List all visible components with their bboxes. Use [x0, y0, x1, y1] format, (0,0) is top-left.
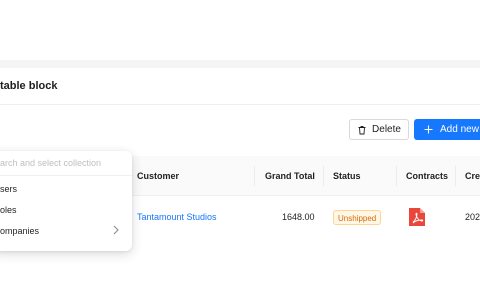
grand-total-value: 1648.00	[282, 212, 315, 222]
add-new-button[interactable]: Add new	[414, 119, 480, 140]
chevron-right-icon	[113, 225, 119, 235]
column-separator	[323, 166, 324, 186]
add-new-label: Add new	[440, 124, 479, 135]
column-header-contracts[interactable]: Contracts	[406, 171, 448, 181]
created-value: 202	[465, 212, 480, 222]
column-header-customer[interactable]: Customer	[137, 171, 179, 181]
customer-link[interactable]: Tantamount Studios	[137, 212, 217, 222]
column-separator	[254, 166, 255, 186]
plus-icon	[424, 125, 433, 134]
collection-item-companies[interactable]: ompanies	[0, 226, 39, 236]
collection-search-input[interactable]: arch and select collection	[0, 158, 101, 168]
block-title: table block	[0, 80, 58, 92]
column-separator	[396, 166, 397, 186]
status-badge: Unshipped	[333, 210, 382, 225]
page: table block Delete Add new Customer Gran…	[0, 0, 480, 300]
collection-item-users[interactable]: sers	[0, 184, 17, 194]
collection-item-roles[interactable]: oles	[0, 205, 17, 215]
delete-label: Delete	[372, 124, 401, 135]
delete-button[interactable]: Delete	[349, 119, 409, 140]
column-header-status[interactable]: Status	[333, 171, 361, 181]
column-separator	[455, 166, 456, 186]
card-header-divider	[0, 104, 480, 105]
column-header-grand-total[interactable]: Grand Total	[265, 171, 315, 181]
column-header-created[interactable]: Cre	[465, 171, 480, 181]
pdf-file-icon[interactable]	[408, 207, 426, 227]
trash-icon	[358, 125, 366, 134]
dropdown-divider	[0, 175, 132, 176]
